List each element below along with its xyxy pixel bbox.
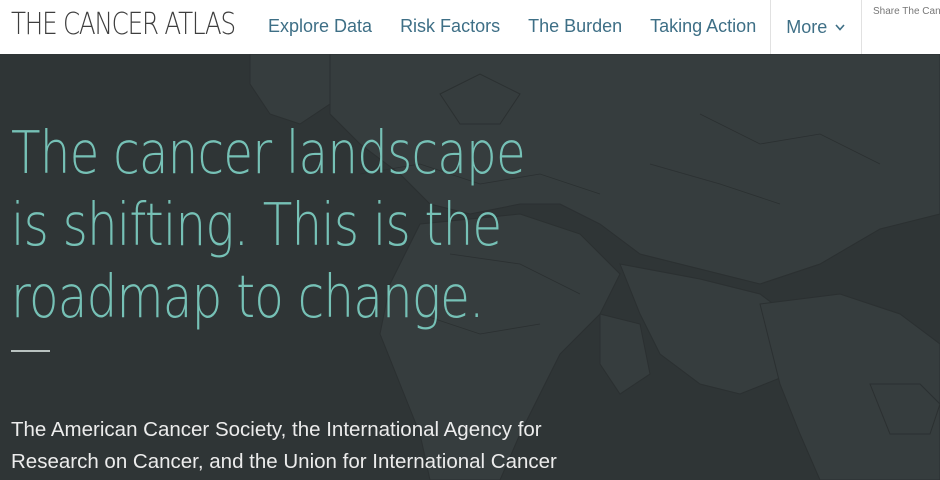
- nav-the-burden[interactable]: The Burden: [514, 0, 636, 54]
- top-navigation-bar: THE CANCER ATLAS Explore Data Risk Facto…: [0, 0, 940, 55]
- hero-divider: [11, 350, 50, 352]
- hero-section: The cancer landscape is shifting. This i…: [0, 54, 940, 480]
- share-link[interactable]: Share The Canc: [873, 6, 940, 17]
- nav-explore-data[interactable]: Explore Data: [254, 0, 386, 54]
- nav-more-dropdown[interactable]: More: [770, 0, 863, 54]
- main-nav: Explore Data Risk Factors The Burden Tak…: [254, 0, 863, 54]
- nav-taking-action[interactable]: Taking Action: [636, 0, 770, 54]
- nav-more-label: More: [786, 17, 828, 37]
- chevron-down-icon: [835, 24, 845, 31]
- nav-risk-factors[interactable]: Risk Factors: [386, 0, 514, 54]
- site-logo[interactable]: THE CANCER ATLAS: [11, 7, 236, 42]
- hero-headline: The cancer landscape is shifting. This i…: [11, 118, 526, 331]
- hero-intro-text: The American Cancer Society, the Interna…: [11, 418, 557, 473]
